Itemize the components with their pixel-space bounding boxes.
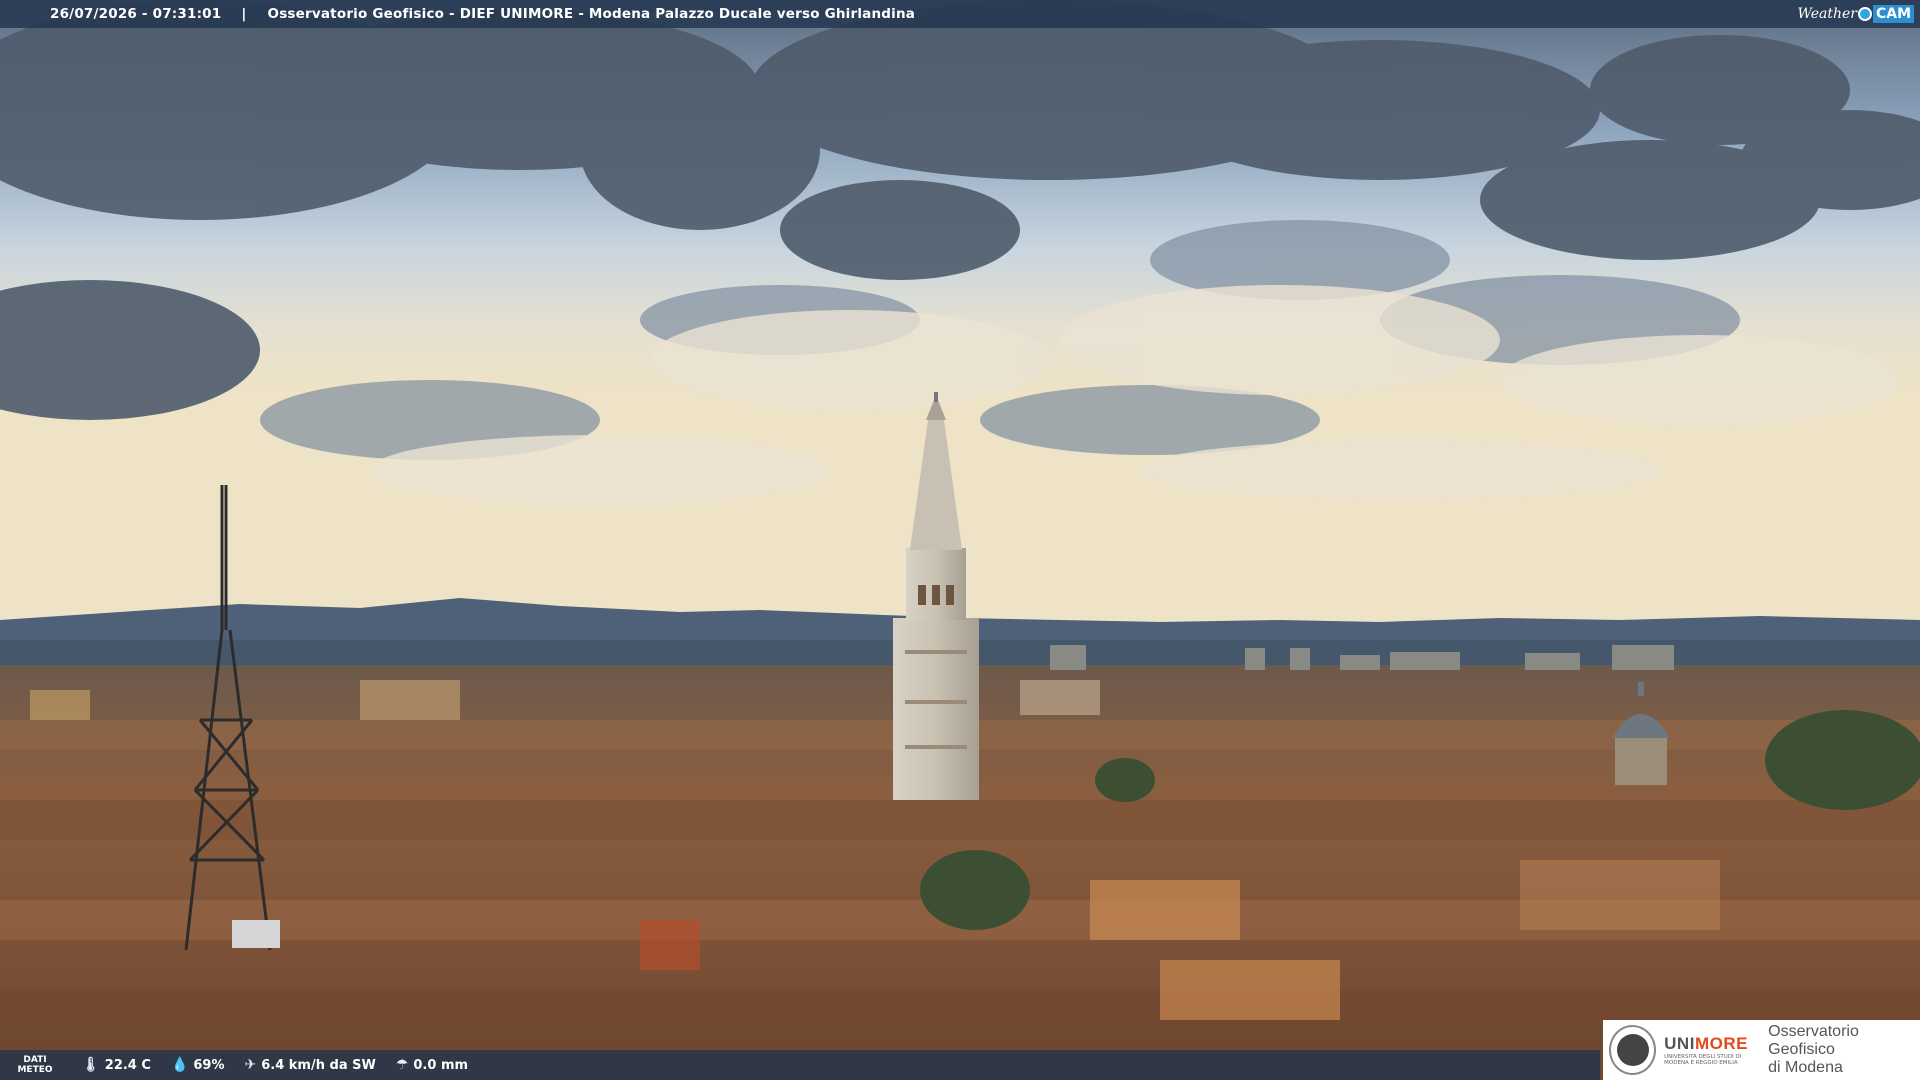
rain-value: 0.0 mm — [413, 1057, 469, 1073]
unimore-wordmark: UNIMORE UNIVERSITÀ DEGLI STUDI DI MODENA… — [1664, 1034, 1754, 1066]
rain-gauge-icon: ☂ — [395, 1057, 409, 1073]
temperature-value: 22.4 C — [104, 1057, 151, 1073]
university-seal-icon — [1609, 1025, 1657, 1075]
unimore-name-part1: UNI — [1664, 1034, 1695, 1053]
observatory-name-line2: di Modena — [1768, 1059, 1843, 1076]
weather-data-label: DATI METEO — [0, 1055, 70, 1075]
camera-caption: Osservatorio Geofisico - DIEF UNIMORE - … — [267, 6, 916, 22]
caption-separator: | — [241, 6, 247, 22]
timestamp: 26/07/2026 - 07:31:01 — [50, 6, 222, 22]
observatory-name-line1: Osservatorio Geofisico — [1768, 1023, 1859, 1058]
weathercam-logo-dot-icon — [1857, 7, 1872, 21]
unimore-name: UNIMORE — [1664, 1034, 1754, 1054]
caption-bar: 26/07/2026 - 07:31:01 | Osservatorio Geo… — [0, 0, 1920, 28]
weather-data-bar: DATI METEO 🌡 22.4 C 💧 69% ✈ 6.4 km/h da … — [0, 1050, 1600, 1080]
weathercam-logo-cam: CAM — [1872, 5, 1914, 23]
unimore-logo-panel: UNIMORE UNIVERSITÀ DEGLI STUDI DI MODENA… — [1603, 1020, 1920, 1080]
temperature-readout: 🌡 22.4 C — [82, 1057, 151, 1073]
humidity-drop-icon: 💧 — [170, 1057, 189, 1073]
wind-readout: ✈ 6.4 km/h da SW — [245, 1057, 376, 1073]
antenna-panel — [232, 920, 280, 948]
wind-icon: ✈ — [244, 1057, 257, 1073]
observatory-name: Osservatorio Geofisico di Modena — [1768, 1023, 1920, 1077]
humidity-readout: 💧 69% — [171, 1057, 225, 1073]
weather-data-label-line2: METEO — [17, 1065, 53, 1075]
humidity-value: 69% — [193, 1057, 225, 1073]
unimore-subtitle: UNIVERSITÀ DEGLI STUDI DI MODENA E REGGI… — [1664, 1054, 1742, 1066]
thermometer-icon: 🌡 — [82, 1057, 100, 1073]
unimore-name-part2: MORE — [1694, 1034, 1748, 1053]
weathercam-logo: Weather CAM — [1791, 0, 1920, 28]
webcam-image — [0, 0, 1920, 1080]
wind-value: 6.4 km/h da SW — [261, 1057, 376, 1073]
rain-readout: ☂ 0.0 mm — [396, 1057, 468, 1073]
weathercam-logo-weather: Weather — [1797, 6, 1857, 22]
weather-data-label-line1: DATI — [23, 1055, 47, 1065]
